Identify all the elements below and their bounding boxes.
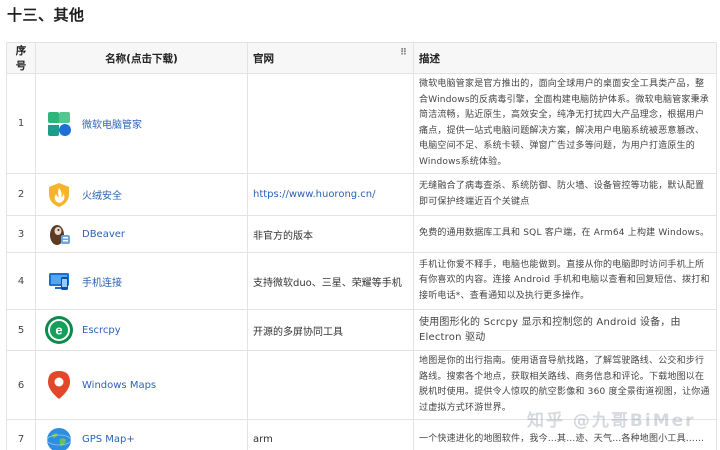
app-download-link[interactable]: 火绒安全 <box>82 187 122 202</box>
name-cell: 火绒安全 <box>35 173 248 216</box>
huorong-shield-icon[interactable] <box>44 180 74 210</box>
row-number: 3 <box>6 215 36 253</box>
phone-link-icon[interactable] <box>44 266 74 296</box>
row-number: 6 <box>6 350 36 420</box>
header-no[interactable]: 序号 <box>6 42 36 74</box>
name-cell: GPS Map+ <box>35 419 248 450</box>
table-row: 1 微软电脑管家 微软电脑管家是官方推出的，面向全球用户的桌面安全工具类产品，整… <box>6 73 717 174</box>
table-row: 3 DBeaver 非官方的版本 免费的通用数据库工具和 SQL 客户端，在 A… <box>6 215 717 253</box>
site-cell: 支持微软duo、三星、荣耀等手机 <box>247 252 414 310</box>
microsoft-pc-manager-icon[interactable] <box>44 109 74 139</box>
description-cell: 手机让你爱不释手，电脑也能做到。直接从你的电脑即时访问手机上所有你喜欢的内容。连… <box>413 252 717 310</box>
description-cell: 免费的通用数据库工具和 SQL 客户端，在 Arm64 上构建 Windows。 <box>413 215 717 253</box>
description-cell: 一个快速进化的地图软件，我今…其…迹、天气…各种地图小工具…… <box>413 419 717 450</box>
header-name[interactable]: 名称(点击下载) <box>35 42 248 74</box>
site-cell <box>247 73 414 174</box>
header-site[interactable]: 官网 ⠿ <box>247 42 414 74</box>
table-header-row: 序号 名称(点击下载) 官网 ⠿ 描述 <box>6 42 717 74</box>
row-number: 2 <box>6 173 36 216</box>
site-cell: arm <box>247 419 414 450</box>
row-number: 1 <box>6 73 36 174</box>
software-table: 序号 名称(点击下载) 官网 ⠿ 描述 1 微软电脑管家 微软电脑管家是官方推出… <box>6 42 717 450</box>
escrcpy-icon[interactable]: e <box>44 315 74 345</box>
site-cell <box>247 350 414 420</box>
table-row: 4 手机连接 支持微软duo、三星、荣耀等手机 手机让你爱不释手，电脑也能做到。… <box>6 252 717 310</box>
globe-icon[interactable] <box>44 425 74 450</box>
site-cell: 非官方的版本 <box>247 215 414 253</box>
row-number: 4 <box>6 252 36 310</box>
name-cell: Windows Maps <box>35 350 248 420</box>
dbeaver-beaver-icon[interactable] <box>44 219 74 249</box>
site-cell: https://www.huorong.cn/ <box>247 173 414 216</box>
description-cell: 地图是你的出行指南。使用语音导航找路，了解驾驶路线、公交和步行路线。搜索各个地点… <box>413 350 717 420</box>
app-download-link[interactable]: Windows Maps <box>82 380 156 391</box>
map-pin-icon[interactable] <box>44 370 74 400</box>
official-site-link[interactable]: https://www.huorong.cn/ <box>253 189 376 200</box>
row-number: 7 <box>6 419 36 450</box>
table-row: 7 GPS Map+ arm 一个快速进化的地图软件，我今…其…迹、天气…各种地… <box>6 419 717 450</box>
name-cell: DBeaver <box>35 215 248 253</box>
column-drag-handle-icon[interactable]: ⠿ <box>400 48 407 58</box>
description-cell: 使用图形化的 Scrcpy 显示和控制您的 Android 设备，由 Elect… <box>413 309 717 351</box>
description-cell: 无缝融合了病毒查杀、系统防御、防火墙、设备管控等功能，默认配置即可保护终端近百个… <box>413 173 717 216</box>
description-cell: 微软电脑管家是官方推出的，面向全球用户的桌面安全工具类产品，整合Windows的… <box>413 73 717 174</box>
name-cell: 手机连接 <box>35 252 248 310</box>
section-title: 十三、其他 <box>7 6 85 24</box>
app-download-link[interactable]: 手机连接 <box>82 274 122 289</box>
name-cell: e Escrcpy <box>35 309 248 351</box>
app-download-link[interactable]: 微软电脑管家 <box>82 116 142 131</box>
app-download-link[interactable]: GPS Map+ <box>82 434 135 445</box>
header-site-label: 官网 <box>253 52 274 65</box>
app-download-link[interactable]: Escrcpy <box>82 325 121 336</box>
svg-text:e: e <box>55 323 62 338</box>
row-number: 5 <box>6 309 36 351</box>
table-row: 5 e Escrcpy 开源的多屏协同工具 使用图形化的 Scrcpy 显示和控… <box>6 309 717 351</box>
name-cell: 微软电脑管家 <box>35 73 248 174</box>
table-row: 6 Windows Maps 地图是你的出行指南。使用语音导航找路，了解驾驶路线… <box>6 350 717 420</box>
table-row: 2 火绒安全 https://www.huorong.cn/ 无缝融合了病毒查杀… <box>6 173 717 216</box>
header-desc[interactable]: 描述 <box>413 42 717 74</box>
app-download-link[interactable]: DBeaver <box>82 229 125 240</box>
site-cell: 开源的多屏协同工具 <box>247 309 414 351</box>
